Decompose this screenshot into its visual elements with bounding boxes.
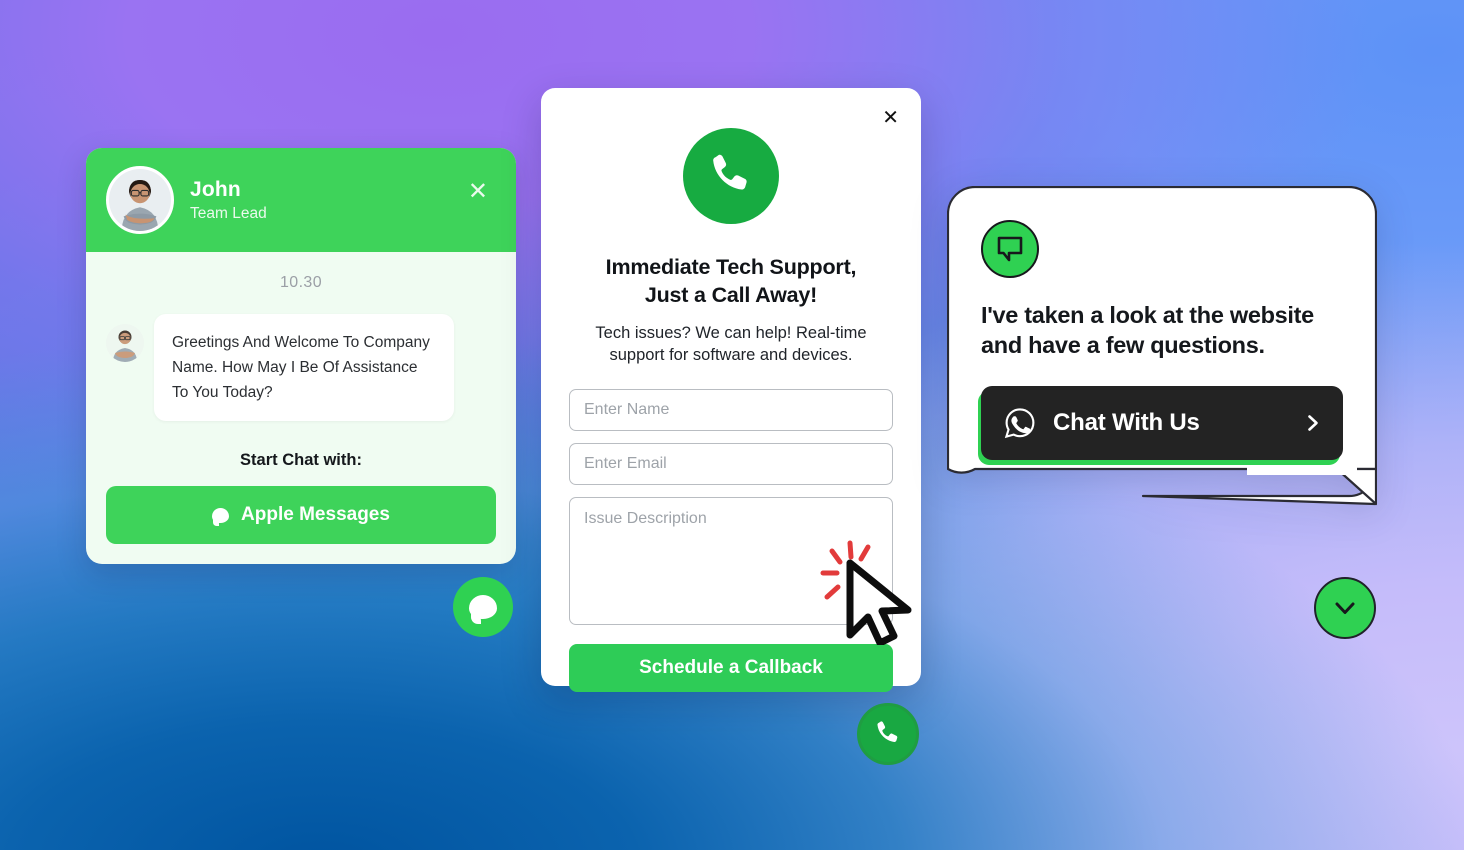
phone-call-fab[interactable] [857,703,919,765]
message-timestamp: 10.30 [279,274,323,291]
user-photo-avatar-icon [109,169,171,231]
message-bubble-icon [469,595,497,624]
phone-icon [877,721,898,743]
avatar [106,166,174,234]
screenshot-canvas: John Team Lead ✕ 10.30 Greetings And Wel… [0,0,1464,850]
modal-title-line-2: Just a Call Away! [644,282,818,307]
speech-bubble-text-line-1: I've taken a look at the website [981,302,1314,328]
issue-description-input[interactable] [569,496,893,625]
chat-with-us-container: Chat With Us [978,386,1343,466]
user-photo-avatar-icon [106,324,144,362]
chat-agent-role: Team Lead [190,205,267,223]
apple-messages-label: Apple Messages [241,504,390,526]
chat-widget-body: 10.30 Greetings And Welcome To Company N… [86,252,516,545]
message-avatar [106,324,144,362]
speech-bubble-text: I've taken a look at the website and hav… [981,300,1343,360]
modal-subtitle: Tech issues? We can help! Real-time supp… [595,324,867,365]
speech-bubble-text-line-2: and have a few questions. [981,332,1265,359]
modal-phone-badge [683,128,779,224]
schedule-callback-button[interactable]: Schedule a Callback [569,643,893,692]
close-chat-button[interactable]: ✕ [462,176,494,208]
chat-bubble-icon [997,236,1023,262]
chat-agent-name: John [190,177,241,201]
chat-bubble-avatar [981,220,1039,278]
modal-title-line-1: Immediate Tech Support, [605,255,857,279]
phone-icon [713,154,747,190]
chat-message-bubble: Greetings And Welcome To Company Name. H… [154,314,454,422]
speech-bubble-content: I've taken a look at the website and hav… [978,220,1343,466]
whatsapp-icon [1004,408,1035,439]
close-modal-button[interactable]: ✕ [882,108,899,128]
apple-messages-button[interactable]: Apple Messages [106,486,496,545]
chat-agent-identity: John Team Lead [190,178,462,222]
start-chat-label: Start Chat with: [240,451,362,470]
apple-messages-fab[interactable] [453,577,513,637]
agent-speech-bubble: I've taken a look at the website and hav… [947,186,1377,506]
callback-request-modal: ✕ Immediate Tech Support, Just a Call Aw… [541,88,921,692]
live-chat-widget: John Team Lead ✕ 10.30 Greetings And Wel… [86,148,516,564]
name-input[interactable] [569,388,893,431]
chat-message-row: Greetings And Welcome To Company Name. H… [106,314,496,422]
chevron-down-icon [1335,602,1355,614]
chat-with-us-button[interactable]: Chat With Us [981,386,1343,461]
collapse-widget-fab[interactable] [1314,577,1376,639]
message-bubble-icon [212,507,230,526]
chat-widget-header: John Team Lead ✕ [86,148,516,252]
modal-title: Immediate Tech Support, Just a Call Away… [569,254,893,309]
chevron-right-icon [1308,415,1318,431]
chat-with-us-label: Chat With Us [1053,409,1200,437]
email-input[interactable] [569,442,893,485]
